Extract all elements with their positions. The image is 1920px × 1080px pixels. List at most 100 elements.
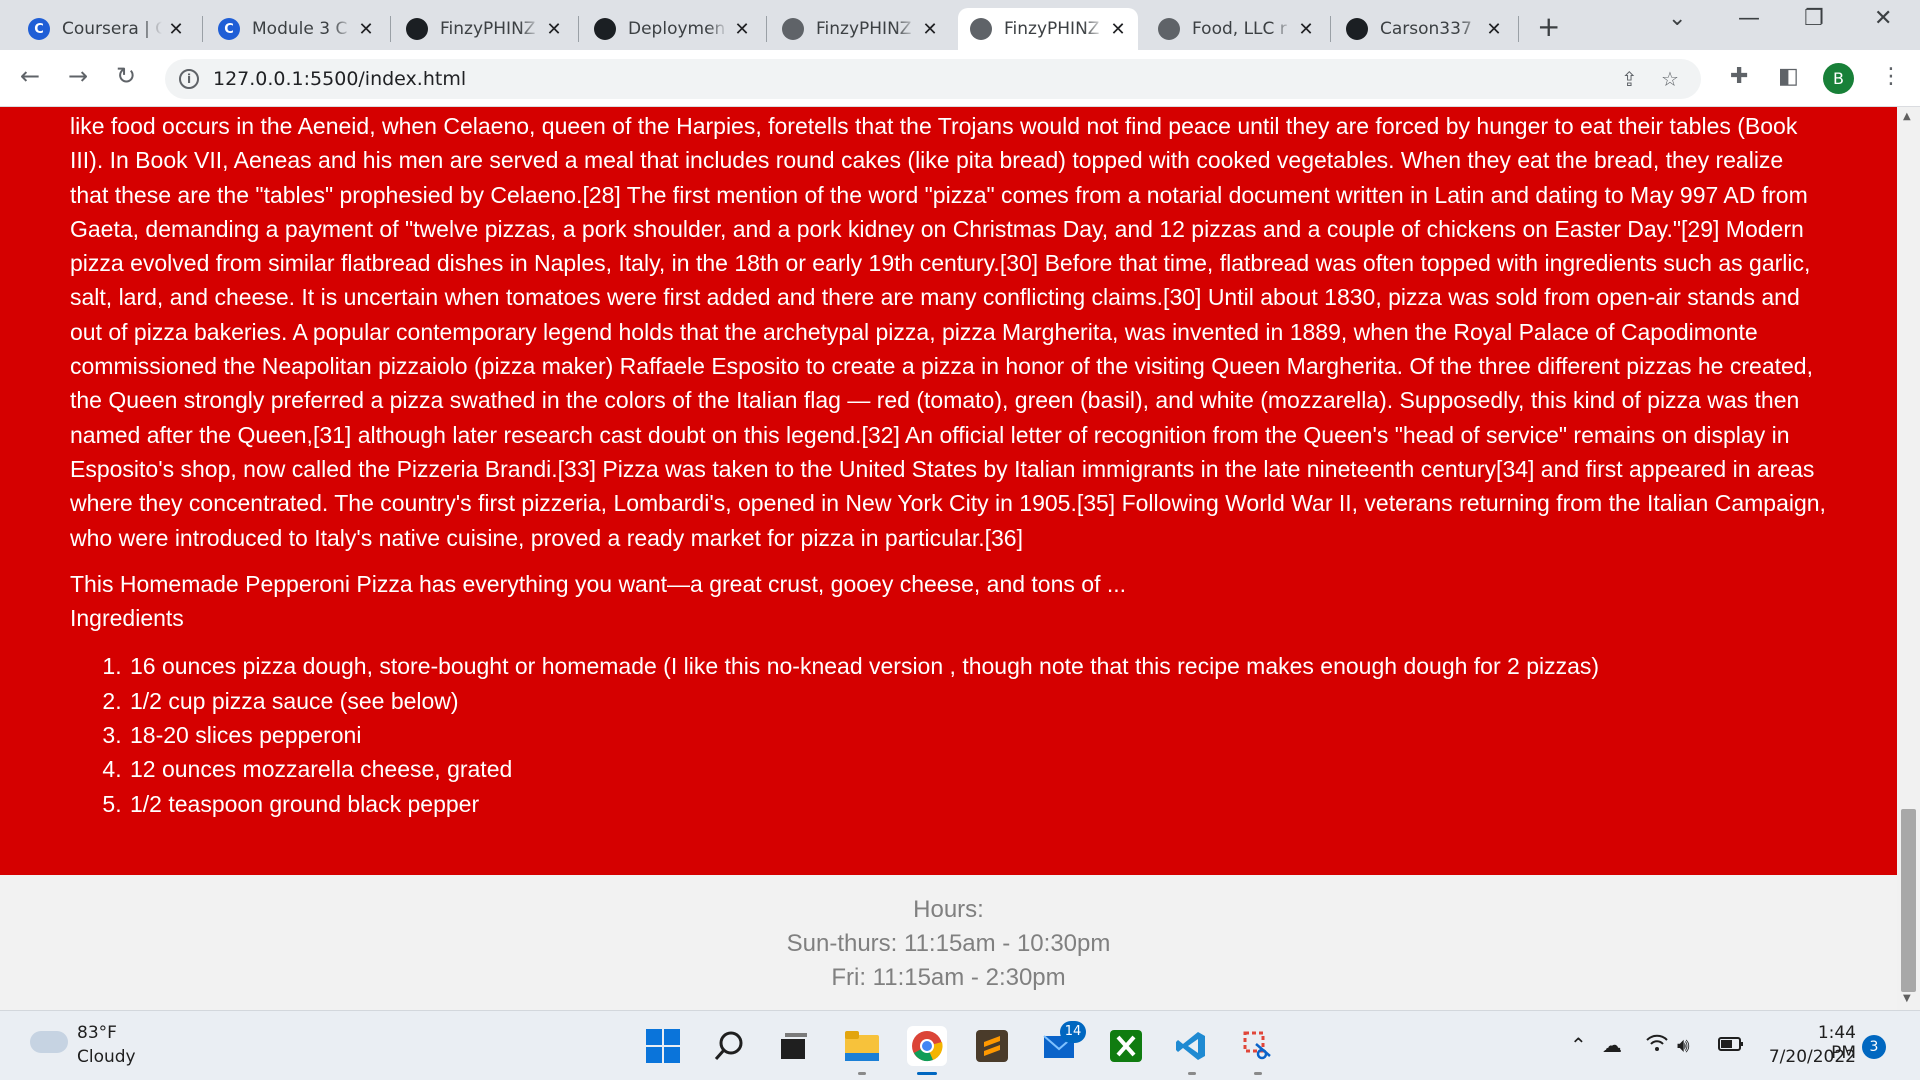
- tab-title: FinzyPHINZ: [440, 19, 536, 39]
- globe-icon: [970, 18, 992, 40]
- weather-temperature[interactable]: 83°F: [77, 1023, 117, 1043]
- weather-description[interactable]: Cloudy: [77, 1047, 136, 1067]
- close-icon[interactable]: ✕: [920, 19, 940, 40]
- tab-divider: [202, 16, 203, 42]
- ingredient-item: 1/2 cup pizza sauce (see below): [128, 684, 1827, 718]
- tab-title: FinzyPHINZ: [816, 19, 912, 39]
- volume-icon[interactable]: 🔊︎: [1677, 1033, 1690, 1057]
- tab-3[interactable]: FinzyPHINZ ✕: [394, 8, 574, 50]
- tab-title: Module 3 C: [252, 19, 348, 39]
- recipe-intro: This Homemade Pepperoni Pizza has everyt…: [70, 570, 1127, 597]
- back-icon[interactable]: ←: [20, 62, 40, 90]
- hours-line: Fri: 11:15am - 2:30pm: [831, 964, 1066, 991]
- new-tab-button[interactable]: +: [1537, 10, 1560, 43]
- share-icon[interactable]: ⇪: [1621, 67, 1638, 91]
- app-running-indicator: [1188, 1072, 1196, 1075]
- restore-icon[interactable]: ❐: [1804, 6, 1824, 31]
- tab-title: Carson337: [1380, 19, 1472, 39]
- recipe-block: This Homemade Pepperoni Pizza has everyt…: [70, 567, 1827, 821]
- close-icon[interactable]: ✕: [1108, 19, 1128, 40]
- pizza-history-paragraph: like food occurs in the Aeneid, when Cel…: [70, 113, 1826, 551]
- minimize-icon[interactable]: —: [1738, 6, 1760, 31]
- ingredient-item: 12 ounces mozzarella cheese, grated: [128, 752, 1827, 786]
- scroll-up-arrow-icon[interactable]: ▲: [1903, 111, 1911, 122]
- sublime-text-icon[interactable]: [972, 1026, 1012, 1066]
- clock-date[interactable]: 7/20/2022: [1762, 1047, 1856, 1067]
- battery-icon[interactable]: [1718, 1033, 1744, 1057]
- ingredients-list: 16 ounces pizza dough, store-bought or h…: [128, 649, 1827, 820]
- tab-4[interactable]: Deploymen ✕: [582, 8, 762, 50]
- task-view-icon[interactable]: [774, 1026, 814, 1066]
- github-icon: [406, 18, 428, 40]
- close-icon[interactable]: ✕: [544, 19, 564, 40]
- mail-badge: 14: [1060, 1021, 1086, 1043]
- close-icon[interactable]: ✕: [166, 19, 186, 40]
- tab-divider: [578, 16, 579, 42]
- onedrive-icon[interactable]: ☁: [1602, 1033, 1622, 1057]
- tab-7[interactable]: Food, LLC r ✕: [1146, 8, 1326, 50]
- notification-badge[interactable]: 3: [1862, 1035, 1886, 1059]
- hours-label: Hours:: [913, 896, 984, 923]
- profile-avatar[interactable]: B: [1823, 63, 1854, 94]
- tab-title: Deploymen: [628, 19, 726, 39]
- side-panel-icon[interactable]: ◧: [1778, 64, 1799, 89]
- chrome-icon[interactable]: [907, 1026, 947, 1066]
- start-icon[interactable]: [643, 1026, 683, 1066]
- ingredient-item: 18-20 slices pepperoni: [128, 718, 1827, 752]
- app-running-indicator: [1254, 1072, 1262, 1075]
- url-text[interactable]: 127.0.0.1:5500/index.html: [213, 68, 466, 90]
- scroll-down-arrow-icon[interactable]: ▼: [1903, 993, 1911, 1004]
- ingredients-heading: Ingredients: [70, 605, 184, 632]
- reload-icon[interactable]: ↻: [116, 62, 136, 90]
- github-icon: [594, 18, 616, 40]
- close-icon[interactable]: ✕: [356, 19, 376, 40]
- scrollbar-thumb[interactable]: [1901, 809, 1916, 992]
- github-icon: [1346, 18, 1368, 40]
- tab-search-icon[interactable]: ⌄: [1668, 6, 1686, 31]
- tab-divider: [1330, 16, 1331, 42]
- browser-toolbar: ← → ↻ i 127.0.0.1:5500/index.html ⇪ ☆ ✚ …: [0, 50, 1920, 107]
- ingredient-item: 16 ounces pizza dough, store-bought or h…: [128, 649, 1827, 683]
- tab-8[interactable]: Carson337 ✕: [1334, 8, 1514, 50]
- app-active-indicator: [917, 1072, 937, 1075]
- vscode-icon[interactable]: [1171, 1026, 1211, 1066]
- tab-5[interactable]: FinzyPHINZ ✕: [770, 8, 950, 50]
- windows-taskbar: 83°F Cloudy 14 ⌃ ☁ 🔊︎ 1:44 PM 7/20/2022: [0, 1010, 1920, 1080]
- page-viewport: like food occurs in the Aeneid, when Cel…: [0, 107, 1897, 1010]
- chevron-up-icon[interactable]: ⌃: [1570, 1033, 1587, 1057]
- tab-divider: [1518, 16, 1519, 42]
- extensions-icon[interactable]: ✚: [1730, 64, 1748, 89]
- xbox-icon[interactable]: [1106, 1026, 1146, 1066]
- close-icon[interactable]: ✕: [1296, 19, 1316, 40]
- pizza-article-section: like food occurs in the Aeneid, when Cel…: [0, 107, 1897, 875]
- search-icon[interactable]: [709, 1026, 749, 1066]
- tab-1[interactable]: C Coursera | C ✕: [16, 8, 196, 50]
- bookmark-star-icon[interactable]: ☆: [1661, 67, 1679, 91]
- forward-icon[interactable]: →: [68, 62, 88, 90]
- globe-icon: [782, 18, 804, 40]
- page-scrollbar[interactable]: ▲ ▼: [1897, 107, 1920, 1010]
- close-icon[interactable]: ✕: [1484, 19, 1504, 40]
- close-icon[interactable]: ✕: [732, 19, 752, 40]
- hours-line: Sun-thurs: 11:15am - 10:30pm: [786, 930, 1111, 957]
- tab-2[interactable]: C Module 3 C ✕: [206, 8, 386, 50]
- menu-icon[interactable]: ⋮: [1880, 64, 1902, 89]
- tab-strip: C Coursera | C ✕ C Module 3 C ✕ FinzyPHI…: [0, 0, 1920, 50]
- ingredient-item: 1/2 teaspoon ground black pepper: [128, 787, 1827, 821]
- coursera-icon: C: [28, 18, 50, 40]
- tab-divider: [390, 16, 391, 42]
- globe-icon: [1158, 18, 1180, 40]
- wifi-icon[interactable]: [1645, 1033, 1669, 1058]
- file-explorer-icon[interactable]: [842, 1026, 882, 1066]
- tab-divider: [766, 16, 767, 42]
- tab-title: FinzyPHINZ: [1004, 19, 1100, 39]
- address-bar[interactable]: i 127.0.0.1:5500/index.html ⇪ ☆: [165, 59, 1701, 99]
- snipping-tool-icon[interactable]: [1238, 1026, 1278, 1066]
- site-info-icon[interactable]: i: [179, 69, 199, 89]
- cloud-icon[interactable]: [30, 1031, 68, 1053]
- tab-6-active[interactable]: FinzyPHINZ ✕: [958, 8, 1138, 50]
- hours-footer: Hours: Sun-thurs: 11:15am - 10:30pm Fri:…: [0, 875, 1897, 1010]
- tab-title: Food, LLC r: [1192, 19, 1287, 39]
- close-window-icon[interactable]: ✕: [1874, 6, 1892, 31]
- coursera-icon: C: [218, 18, 240, 40]
